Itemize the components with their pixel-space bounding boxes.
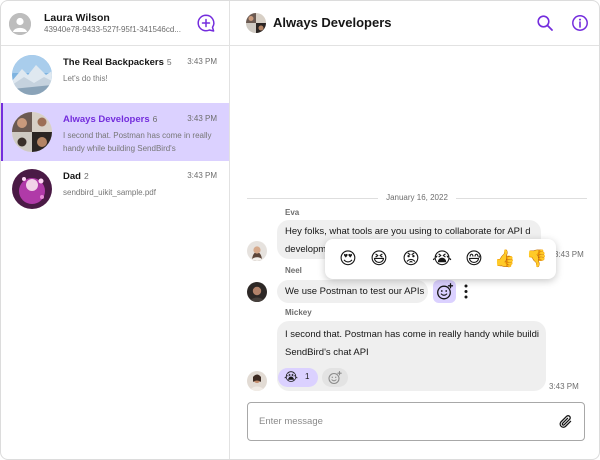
info-icon[interactable]: [571, 14, 589, 32]
reaction-sweat-smile-icon[interactable]: 😅: [463, 248, 485, 270]
message-sender: Mickey: [285, 308, 312, 317]
message-input[interactable]: Enter message: [247, 402, 585, 441]
reaction-picker: 😍 😆 😡 😭 😅 👍 👎: [325, 239, 556, 279]
user-profile[interactable]: Laura Wilson 43940e78-9433-527f-95f1-341…: [1, 1, 229, 46]
channel-last-message: Let's do this!: [63, 74, 108, 83]
reaction-angry-icon[interactable]: 😡: [400, 248, 422, 270]
add-reaction-icon: [328, 370, 342, 385]
channel-header-avatar: [246, 13, 266, 33]
message-time: 3:43 PM: [554, 250, 584, 259]
channel-sidebar: Laura Wilson 43940e78-9433-527f-95f1-341…: [1, 1, 230, 459]
channel-title: Dad 2: [63, 171, 89, 182]
user-avatar-neel: [247, 282, 267, 302]
channel-avatar: [12, 169, 52, 209]
reaction-thumbs-down-icon[interactable]: 👎: [526, 248, 548, 270]
message-time: 3:43 PM: [549, 382, 579, 391]
channel-avatar: [12, 55, 52, 95]
profile-user-id: 43940e78-9433-527f-95f1-341546cd...: [44, 25, 181, 34]
channel-last-message: sendbird_uikit_sample.pdf: [63, 188, 156, 197]
message-input-placeholder: Enter message: [259, 416, 323, 427]
profile-name: Laura Wilson: [44, 12, 110, 24]
conversation-header: Always Developers: [230, 1, 599, 46]
channel-avatar: [12, 112, 52, 152]
add-reaction-button[interactable]: [322, 368, 348, 387]
reaction-crying-icon[interactable]: 😭: [431, 248, 453, 270]
channel-last-message: I second that. Postman has come in reall…: [63, 131, 212, 153]
reaction-badge[interactable]: 😭 1: [278, 368, 318, 387]
reaction-thumbs-up-icon[interactable]: 👍: [494, 248, 516, 270]
profile-avatar: [9, 13, 31, 35]
channel-title: Always Developers 6: [63, 114, 158, 125]
new-channel-icon[interactable]: [196, 13, 216, 33]
add-reaction-icon[interactable]: [433, 280, 456, 303]
search-icon[interactable]: [536, 14, 554, 32]
user-avatar-eva: [247, 241, 267, 261]
channel-item-always-developers[interactable]: Always Developers 6 3:43 PM I second that…: [1, 103, 229, 161]
conversation-title: Always Developers: [273, 15, 392, 30]
reaction-heart-eyes-icon[interactable]: 😍: [337, 248, 359, 270]
channel-item-dad[interactable]: Dad 2 3:43 PM sendbird_uikit_sample.pdf: [1, 160, 229, 218]
more-icon[interactable]: [461, 282, 471, 301]
reaction-laughing-icon[interactable]: 😆: [368, 248, 390, 270]
message-sender: Neel: [285, 266, 302, 275]
channel-time: 3:43 PM: [187, 171, 217, 180]
channel-title: The Real Backpackers 5: [63, 57, 172, 68]
attach-icon[interactable]: [557, 413, 575, 431]
channel-time: 3:43 PM: [187, 57, 217, 66]
channel-item-the-real-backpackers[interactable]: The Real Backpackers 5 3:43 PM Let's do t…: [1, 46, 229, 104]
channel-time: 3:43 PM: [187, 114, 217, 123]
message-bubble[interactable]: We use Postman to test our APIs: [277, 280, 428, 303]
app-window: Laura Wilson 43940e78-9433-527f-95f1-341…: [0, 0, 600, 460]
user-avatar-mickey: [247, 371, 267, 391]
message-sender: Eva: [285, 208, 300, 217]
date-separator: January 16, 2022: [247, 192, 587, 204]
